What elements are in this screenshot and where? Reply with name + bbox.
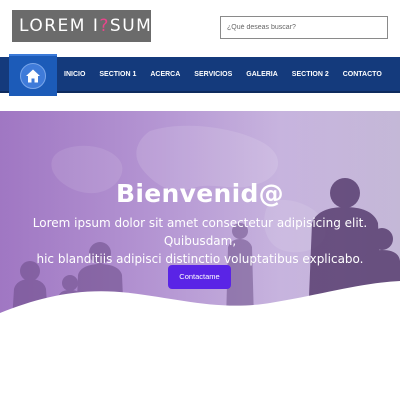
hero-description-line-1: Lorem ipsum dolor sit amet consectetur a… [32,216,368,248]
nav-item-section-1[interactable]: SECTION 1 [92,57,143,93]
logo[interactable]: LOREM I?SUM [12,10,151,42]
contact-button[interactable]: Contactame [168,265,231,289]
search-input[interactable] [220,16,388,39]
navbar: INICIO SECTION 1 ACERCA SERVICIOS GALERIA SEC… [0,54,400,96]
header: LOREM I?SUM [0,0,400,56]
logo-text-start: LOREM I [19,16,100,36]
nav-item-inicio[interactable]: INICIO [57,57,92,93]
hero-title: Bienvenid@ [116,179,284,208]
home-icon-circle [20,63,46,89]
page: LOREM I?SUM INICIOSECTION 1ACERCASERVICI… [0,0,400,400]
hero-banner: Bienvenid@ Lorem ipsum dolor sit amet co… [0,111,400,321]
nav-item-servicios[interactable]: SERVICIOS [187,57,239,93]
logo-question-mark: ? [99,16,110,36]
home-icon [26,69,40,83]
hero-description: Lorem ipsum dolor sit amet consectetur a… [0,214,400,268]
nav-item-section-2[interactable]: SECTION 2 [285,57,336,93]
home-button[interactable] [9,54,57,96]
nav-item-galeria[interactable]: GALERIA [239,57,285,93]
nav-item-acerca[interactable]: ACERCA [143,57,187,93]
nav-menu: INICIO SECTION 1 ACERCA SERVICIOS GALERIA SEC… [57,57,389,93]
logo-text-end: SUM [109,16,151,36]
nav-item-contacto[interactable]: CONTACTO [336,57,389,93]
